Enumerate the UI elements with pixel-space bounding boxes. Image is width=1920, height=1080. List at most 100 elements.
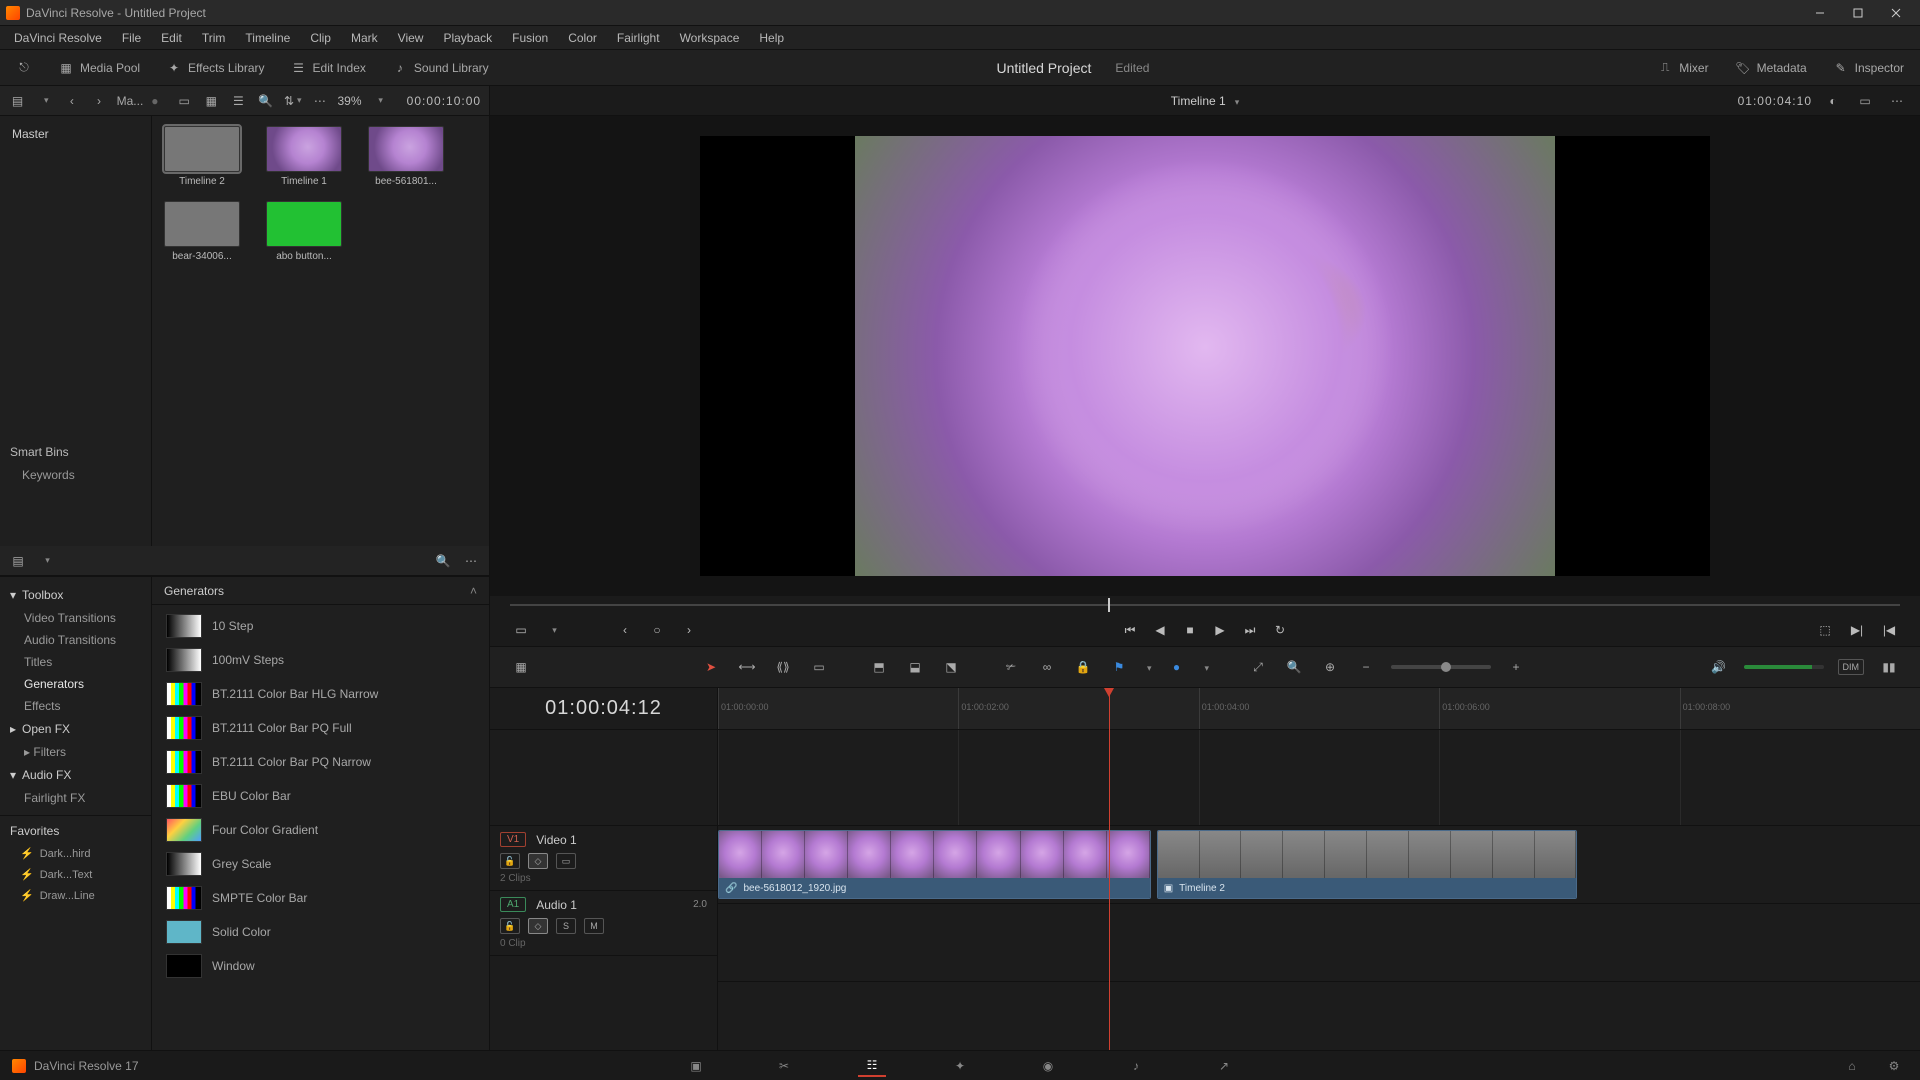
page-color[interactable]: ◉ [1034,1055,1062,1077]
zoom-dropdown[interactable] [370,91,389,111]
smart-bin-keywords[interactable]: Keywords [0,464,151,486]
menu-trim[interactable]: Trim [192,28,236,48]
clip-item[interactable]: bear-34006... [164,201,240,262]
zoom-in-button[interactable]: + [1505,656,1527,678]
fx-view-dropdown[interactable] [36,551,56,571]
fx-search-icon[interactable]: 🔍 [433,551,453,571]
timeline-dropdown[interactable] [1232,94,1240,108]
timeline-tracks[interactable]: 01:00:00:0001:00:02:0001:00:04:0001:00:0… [718,688,1920,1050]
v1-auto-select[interactable]: ◇ [528,853,548,869]
viewer-canvas[interactable] [700,136,1710,576]
overlay-toggle[interactable]: ▭ [510,619,532,641]
generator-item[interactable]: BT.2111 Color Bar PQ Full [162,711,479,745]
play-button[interactable]: ▶ [1209,619,1231,641]
detail-zoom-icon[interactable]: 🔍 [1283,656,1305,678]
menu-fairlight[interactable]: Fairlight [607,28,670,48]
quick-export-button[interactable]: ⎋ [10,56,38,80]
match-frame-next[interactable]: › [678,619,700,641]
smart-bins-header[interactable]: Smart Bins [0,440,151,464]
fx-cat-titles[interactable]: Titles [0,651,151,673]
stop-button[interactable]: ■ [1179,619,1201,641]
timeline-clip[interactable]: ▣Timeline 2 [1157,830,1578,899]
generator-item[interactable]: BT.2111 Color Bar PQ Narrow [162,745,479,779]
view-strip-icon[interactable]: ▭ [175,91,194,111]
zoom-out-button[interactable]: − [1355,656,1377,678]
last-frame-button[interactable]: |◀ [1878,619,1900,641]
audio-track-header[interactable]: A1 Audio 1 2.0 🔓 ◇ S M 0 Clip [490,891,717,956]
match-frame-icon[interactable]: ‹ [614,619,636,641]
v1-lock[interactable]: 🔓 [500,853,520,869]
more-options-icon[interactable]: ⋯ [310,91,329,111]
page-edit[interactable]: ☷ [858,1055,886,1077]
clip-item[interactable]: Timeline 2 [164,126,240,187]
menu-help[interactable]: Help [749,28,794,48]
fx-fairlightfx[interactable]: Fairlight FX [0,787,151,809]
menu-timeline[interactable]: Timeline [235,28,300,48]
a1-solo[interactable]: S [556,918,576,934]
in-out-toggle[interactable]: ⬚ [1814,619,1836,641]
fx-view-icon[interactable]: ▤ [8,551,28,571]
menu-workspace[interactable]: Workspace [670,28,750,48]
menu-file[interactable]: File [112,28,151,48]
single-viewer-icon[interactable]: ▭ [1854,90,1876,112]
back-button[interactable]: ‹ [62,91,81,111]
clip-item[interactable]: abo button... [266,201,342,262]
flag-dropdown[interactable] [1144,660,1152,674]
generator-item[interactable]: BT.2111 Color Bar HLG Narrow [162,677,479,711]
a1-mute[interactable]: M [584,918,604,934]
clip-item[interactable]: bee-561801... [368,126,444,187]
home-button[interactable]: ⌂ [1838,1055,1866,1077]
page-fairlight[interactable]: ♪ [1122,1055,1150,1077]
menu-view[interactable]: View [388,28,434,48]
timeline-name[interactable]: Timeline 1 [1171,94,1226,108]
a1-tag[interactable]: A1 [500,897,526,912]
insert-clip-icon[interactable]: ⬒ [868,656,890,678]
overwrite-clip-icon[interactable]: ⬓ [904,656,926,678]
marker-icon[interactable]: ● [1166,656,1188,678]
volume-slider[interactable] [1744,665,1824,669]
lock-icon[interactable]: 🔒 [1072,656,1094,678]
clip-thumbnail[interactable] [368,126,444,172]
mute-icon[interactable]: ▮▮ [1878,656,1900,678]
forward-button[interactable]: › [89,91,108,111]
fx-audiofx[interactable]: ▾Audio FX [0,763,151,787]
v1-tag[interactable]: V1 [500,832,526,847]
first-frame-button[interactable]: ⏮ [1119,619,1141,641]
a1-auto-select[interactable]: ◇ [528,918,548,934]
metadata-toggle[interactable]: 🏷Metadata [1729,56,1813,80]
page-cut[interactable]: ✂ [770,1055,798,1077]
fx-cat-effects[interactable]: Effects [0,695,151,717]
minimize-button[interactable] [1802,2,1838,24]
a1-lock[interactable]: 🔓 [500,918,520,934]
overlay-dropdown[interactable] [542,619,564,641]
timeline-timecode[interactable]: 01:00:04:12 [490,688,717,730]
generator-item[interactable]: Window [162,949,479,983]
close-button[interactable] [1878,2,1914,24]
zoom-slider[interactable] [1391,665,1491,669]
edit-index-toggle[interactable]: ☰Edit Index [285,56,372,80]
generator-item[interactable]: 100mV Steps [162,643,479,677]
audio-track-lane[interactable] [718,904,1920,982]
next-frame-button[interactable]: ⏭ [1239,619,1261,641]
favorite-item[interactable]: ⚡Dark...Text [0,864,151,885]
page-fusion[interactable]: ✦ [946,1055,974,1077]
generator-item[interactable]: 10 Step [162,609,479,643]
media-pool-toggle[interactable]: ▦Media Pool [52,56,146,80]
search-icon[interactable]: 🔍 [256,91,275,111]
link-icon[interactable]: ∞ [1036,656,1058,678]
generator-item[interactable]: EBU Color Bar [162,779,479,813]
prev-frame-button[interactable]: ◀ [1149,619,1171,641]
view-grid-icon[interactable]: ▦ [202,91,221,111]
dynamic-trim-tool[interactable]: ⟪⟫ [772,656,794,678]
maximize-button[interactable] [1840,2,1876,24]
generator-item[interactable]: SMPTE Color Bar [162,881,479,915]
fx-more-icon[interactable]: ⋯ [461,551,481,571]
bin-master[interactable]: Master [0,122,151,146]
project-settings-button[interactable]: ⚙ [1880,1055,1908,1077]
fx-toolbox[interactable]: ▾Toolbox [0,583,151,607]
view-list-icon[interactable]: ☰ [229,91,248,111]
clip-thumbnail[interactable] [164,126,240,172]
menu-clip[interactable]: Clip [300,28,341,48]
custom-zoom-icon[interactable]: ⊕ [1319,656,1341,678]
clip-thumbnail[interactable] [164,201,240,247]
